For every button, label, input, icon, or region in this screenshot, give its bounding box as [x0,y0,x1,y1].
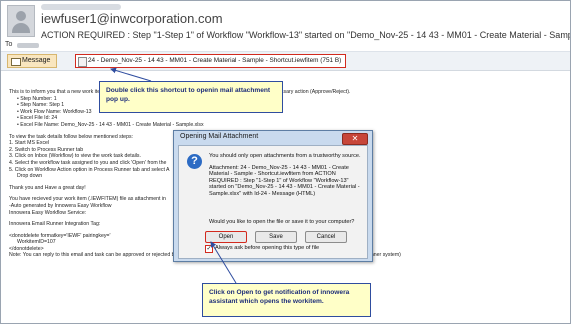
body-line: • Excel File Id: 24 [17,115,58,122]
email-subject: ACTION REQUIRED : Step "1-Step 1" of Wor… [41,30,570,40]
body-line: • Step Name: Step 1 [17,102,65,109]
callout-open-text: Click on Open to get notification of inn… [209,289,350,305]
redacted-recipient [17,43,39,48]
attachment-bar: Message 24 - Demo_Nov-25 - 14 43 - MM01 … [1,52,570,71]
dialog-question: Would you like to open the file or save … [209,219,355,225]
dialog-message: You should only open attachments from a … [209,153,363,198]
to-label: To [5,41,13,48]
dialog-attachment-info: Attachment: 24 - Demo_Nov-25 - 14 43 - M… [209,164,360,197]
cancel-button[interactable]: Cancel [305,231,347,243]
body-line: • Step Number: 1 [17,95,57,102]
file-icon [78,57,87,67]
email-window: iewfuser1@inwcorporation.com ACTION REQU… [0,0,571,324]
open-button[interactable]: Open [205,231,247,243]
message-tab[interactable]: Message [7,54,58,68]
dialog-title: Opening Mail Attachment [180,133,259,140]
question-icon: ? [187,154,202,169]
callout-open: Click on Open to get notification of inn… [202,283,371,317]
callout-double-click: Double click this shortcut to openin mai… [99,81,283,113]
body-line: • Excel File Name: Demo_Nov-25 - 14 43 -… [17,121,204,128]
body-line: • Work Flow Name: Workflow-13 [17,108,92,115]
attachment-shortcut[interactable]: 24 - Demo_Nov-25 - 14 43 - MM01 - Create… [75,54,347,68]
sender-address: iewfuser1@inwcorporation.com [41,11,223,26]
save-button[interactable]: Save [255,231,297,243]
always-ask-checkbox[interactable]: ✓ [205,245,213,253]
redacted-date [41,4,121,10]
open-attachment-dialog: Opening Mail Attachment ✕ ? You should o… [173,130,373,262]
sender-avatar [7,5,35,37]
close-button[interactable]: ✕ [342,133,368,145]
attachment-label: 24 - Demo_Nov-25 - 14 43 - MM01 - Create… [88,57,342,64]
message-tab-label: Message [22,57,51,64]
always-ask-label: Always ask before opening this type of f… [215,245,320,251]
callout-double-click-text: Double click this shortcut to openin mai… [106,87,271,103]
dialog-body: ? You should only open attachments from … [178,145,368,259]
body-line: This is to inform you that a new work it… [9,89,351,95]
envelope-icon [11,58,21,66]
dialog-warning: You should only open attachments from a … [209,153,361,159]
email-header: iewfuser1@inwcorporation.com ACTION REQU… [1,1,570,52]
